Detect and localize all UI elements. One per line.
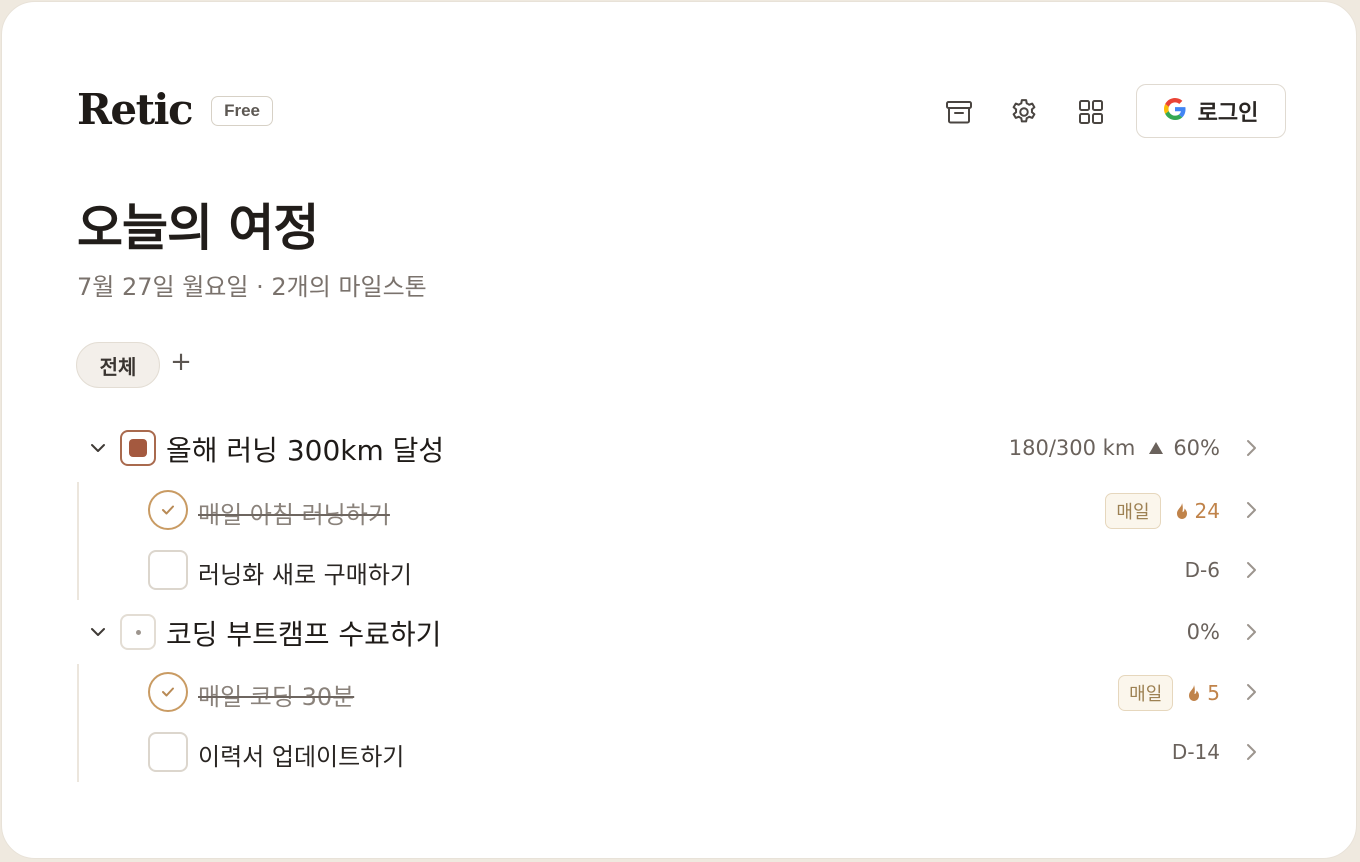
goal-progress-value: 180/300 km [1008, 436, 1136, 460]
goal-title: 코딩 부트캠프 수료하기 [166, 618, 442, 651]
goal-status-icon[interactable] [120, 430, 156, 466]
check-icon [162, 505, 174, 515]
task-checkbox-checked[interactable] [148, 490, 188, 530]
goal-row[interactable]: 코딩 부트캠프 수료하기 0% [2, 610, 1360, 654]
task-row[interactable]: 매일 아침 러닝하기 매일 24 [2, 490, 1360, 532]
task-meta: D-6 [1185, 558, 1220, 582]
add-filter-button[interactable]: + [170, 347, 192, 377]
goal-title: 올해 러닝 300km 달성 [166, 434, 445, 467]
goal-progress: 180/300 km 60% [1009, 436, 1220, 460]
chevron-right-icon[interactable] [1242, 499, 1260, 521]
task-row[interactable]: 매일 코딩 30분 매일 5 [2, 672, 1360, 714]
page-title: 오늘의 여정 [77, 199, 319, 257]
task-row[interactable]: 러닝화 새로 구매하기 D-6 [2, 550, 1360, 592]
plan-badge: Free [211, 96, 273, 126]
goal-row[interactable]: 올해 러닝 300km 달성 180/300 km 60% [2, 426, 1360, 470]
grid-icon[interactable] [1075, 96, 1107, 128]
google-login-button[interactable]: 로그인 [1136, 84, 1286, 138]
chevron-right-icon[interactable] [1242, 741, 1260, 763]
goal-percent: 0% [1186, 620, 1220, 644]
filter-chip-all[interactable]: 전체 [76, 342, 160, 388]
task-title: 매일 아침 러닝하기 [198, 501, 390, 529]
due-date: D-14 [1171, 740, 1220, 764]
goal-status-icon[interactable] [120, 614, 156, 650]
task-title: 이력서 업데이트하기 [198, 743, 405, 771]
brand: Retic Free [77, 85, 273, 135]
chevron-down-icon[interactable] [88, 622, 108, 642]
app-logo[interactable]: Retic [77, 85, 194, 135]
check-icon [162, 687, 174, 697]
login-label: 로그인 [1197, 101, 1259, 126]
streak-count: 24 [1194, 499, 1220, 523]
app-window: Retic Free 로그인 오늘의 여정 7월 27일 월요일 · 2개의 마… [1, 1, 1357, 859]
task-meta: 매일 24 [1105, 493, 1220, 529]
task-row[interactable]: 이력서 업데이트하기 D-14 [2, 732, 1360, 774]
trend-up-icon [1149, 442, 1164, 454]
repeat-chip: 매일 [1105, 493, 1161, 529]
task-checkbox[interactable] [148, 732, 188, 772]
chevron-right-icon[interactable] [1242, 437, 1260, 459]
chevron-right-icon[interactable] [1242, 621, 1260, 643]
goal-percent: 60% [1173, 436, 1220, 460]
streak-count: 5 [1207, 681, 1220, 705]
google-icon [1163, 98, 1186, 124]
gear-icon[interactable] [1008, 96, 1040, 128]
streak: 24 [1175, 499, 1220, 523]
task-checkbox-checked[interactable] [148, 672, 188, 712]
due-date: D-6 [1184, 558, 1220, 582]
chevron-right-icon[interactable] [1242, 681, 1260, 703]
archive-icon[interactable] [943, 96, 975, 128]
goal-progress: 0% [1187, 620, 1220, 644]
page-subtitle: 7월 27일 월요일 · 2개의 마일스톤 [77, 273, 427, 301]
flame-icon [1176, 503, 1187, 519]
task-meta: D-14 [1172, 740, 1220, 764]
task-title: 매일 코딩 30분 [198, 683, 355, 711]
chevron-down-icon[interactable] [88, 438, 108, 458]
task-checkbox[interactable] [148, 550, 188, 590]
chevron-right-icon[interactable] [1242, 559, 1260, 581]
streak: 5 [1187, 681, 1220, 705]
flame-icon [1189, 685, 1200, 701]
repeat-chip: 매일 [1118, 675, 1174, 711]
task-title: 러닝화 새로 구매하기 [198, 561, 412, 589]
task-meta: 매일 5 [1118, 675, 1220, 711]
